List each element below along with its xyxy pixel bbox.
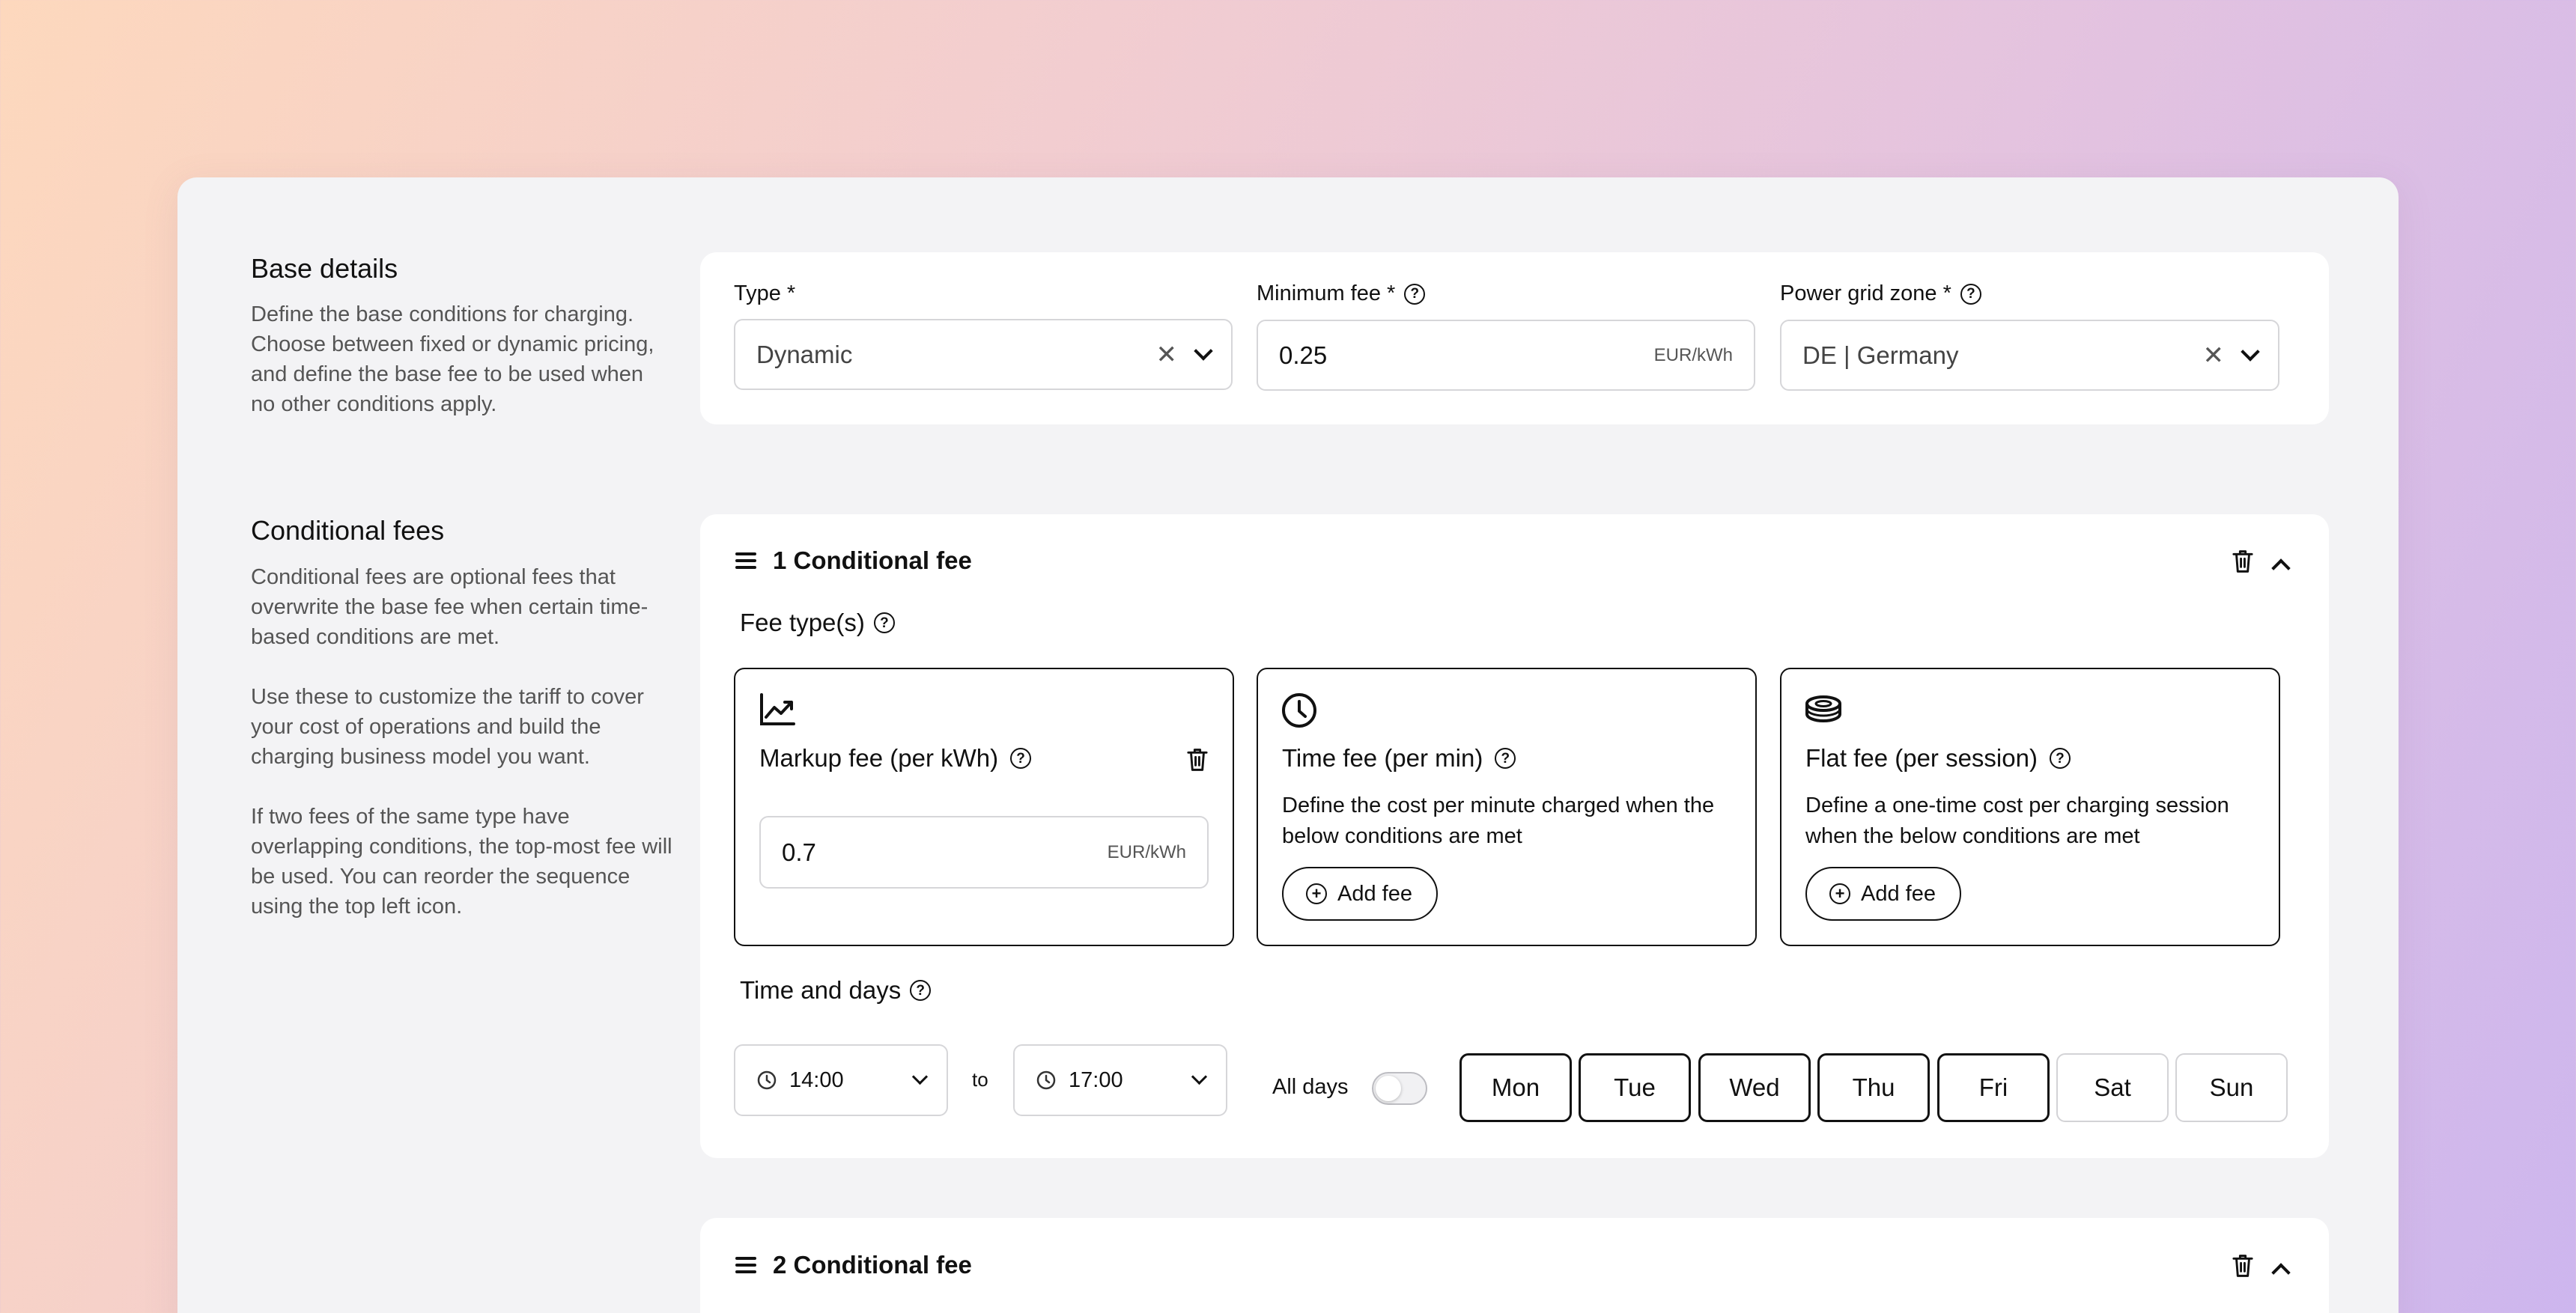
help-icon[interactable]: ? — [2049, 748, 2071, 769]
end-time-select[interactable]: 17:00 — [1013, 1044, 1227, 1116]
day-label: Sat — [2094, 1073, 2131, 1101]
conditional-fees-title: Conditional fees — [251, 515, 445, 546]
start-time-value: 14:00 — [789, 1067, 844, 1092]
time-fee-title: Time fee (per min) ? — [1282, 744, 1516, 773]
trash-icon[interactable] — [2232, 1253, 2254, 1279]
add-fee-label: Add fee — [1861, 881, 1936, 906]
clock-icon — [1036, 1070, 1056, 1090]
day-fri[interactable]: Fri — [1937, 1053, 2050, 1122]
day-label: Wed — [1729, 1073, 1780, 1101]
markup-fee-unit: EUR/kWh — [1107, 841, 1186, 862]
help-icon[interactable]: ? — [873, 612, 895, 633]
minimum-fee-label: Minimum fee * ? — [1257, 281, 1426, 306]
markup-fee-box[interactable]: Markup fee (per kWh) ? 0.7 EUR/kWh — [734, 668, 1234, 946]
chevron-down-icon[interactable] — [2241, 341, 2260, 362]
day-mon[interactable]: Mon — [1459, 1053, 1572, 1122]
minimum-fee-unit: EUR/kWh — [1653, 344, 1733, 365]
help-icon[interactable]: ? — [910, 980, 932, 1001]
drag-handle-icon[interactable] — [735, 552, 756, 569]
flat-fee-box[interactable]: Flat fee (per session) ? Define a one-ti… — [1780, 668, 2280, 946]
toggle-knob — [1376, 1076, 1401, 1101]
conditional-fee-title: 2 Conditional fee — [773, 1251, 972, 1279]
add-flat-fee-button[interactable]: + Add fee — [1805, 867, 1961, 921]
power-grid-zone-select[interactable]: DE | Germany ✕ — [1780, 320, 2279, 391]
chevron-down-icon[interactable] — [1194, 341, 1213, 361]
day-sat[interactable]: Sat — [2056, 1053, 2169, 1122]
all-days-label: All days — [1272, 1075, 1349, 1099]
clock-icon — [1282, 693, 1316, 728]
help-icon[interactable]: ? — [1010, 748, 1032, 769]
day-sun[interactable]: Sun — [2175, 1053, 2288, 1122]
time-fee-description: Define the cost per minute charged when … — [1282, 793, 1715, 848]
help-icon[interactable]: ? — [1495, 748, 1516, 769]
markup-fee-value: 0.7 — [782, 838, 816, 866]
conditional-fees-description: Conditional fees are optional fees that … — [251, 562, 674, 951]
base-details-description: Define the base conditions for charging.… — [251, 302, 654, 416]
day-wed[interactable]: Wed — [1698, 1053, 1811, 1122]
help-icon[interactable]: ? — [1960, 283, 1981, 305]
chevron-down-icon[interactable] — [911, 1068, 929, 1085]
chevron-down-icon[interactable] — [1191, 1068, 1208, 1085]
trend-chart-icon — [760, 693, 795, 725]
type-select[interactable]: Dynamic ✕ — [734, 319, 1233, 390]
clear-icon[interactable]: ✕ — [2203, 341, 2225, 371]
flat-fee-description: Define a one-time cost per charging sess… — [1805, 793, 2229, 848]
conditional-fees-paragraph: If two fees of the same type have overla… — [251, 805, 672, 919]
day-tue[interactable]: Tue — [1579, 1053, 1691, 1122]
day-label: Mon — [1491, 1073, 1540, 1101]
flat-fee-title-text: Flat fee (per session) — [1805, 744, 2038, 772]
type-label: Type * — [734, 281, 795, 306]
start-time-select[interactable]: 14:00 — [734, 1044, 948, 1116]
add-fee-label: Add fee — [1337, 881, 1412, 906]
trash-icon[interactable] — [2232, 549, 2254, 574]
time-and-days-label: Time and days ? — [740, 976, 932, 1005]
type-select-value: Dynamic — [756, 340, 853, 368]
day-label: Tue — [1614, 1073, 1656, 1101]
clear-icon[interactable]: ✕ — [1156, 340, 1178, 370]
minimum-fee-value: 0.25 — [1279, 341, 1328, 369]
time-fee-box[interactable]: Time fee (per min) ? Define the cost per… — [1257, 668, 1757, 946]
conditional-fees-paragraph: Conditional fees are optional fees that … — [251, 565, 648, 649]
help-icon[interactable]: ? — [1404, 283, 1426, 305]
power-grid-zone-label: Power grid zone * ? — [1780, 281, 1981, 306]
conditional-fee-header-2: 2 Conditional fee — [735, 1251, 972, 1279]
base-details-title: Base details — [251, 253, 398, 284]
add-time-fee-button[interactable]: + Add fee — [1282, 867, 1438, 921]
fee-types-label-text: Fee type(s) — [740, 609, 865, 636]
plus-circle-icon: + — [1306, 883, 1327, 904]
day-label: Thu — [1852, 1073, 1895, 1101]
conditional-fee-title: 1 Conditional fee — [773, 546, 972, 574]
power-grid-zone-value: DE | Germany — [1802, 341, 1959, 369]
time-fee-title-text: Time fee (per min) — [1282, 744, 1483, 772]
type-label-text: Type * — [734, 281, 796, 305]
coin-stack-icon — [1805, 695, 1841, 723]
day-label: Fri — [1978, 1073, 2008, 1101]
conditional-fee-header-1: 1 Conditional fee — [735, 546, 972, 575]
time-and-days-label-text: Time and days — [740, 976, 902, 1004]
trash-icon[interactable] — [1186, 747, 1209, 773]
clock-icon — [757, 1070, 777, 1090]
markup-fee-input[interactable]: 0.7 EUR/kWh — [759, 816, 1209, 889]
minimum-fee-label-text: Minimum fee * — [1257, 281, 1396, 305]
fee-types-label: Fee type(s) ? — [740, 609, 895, 637]
flat-fee-title: Flat fee (per session) ? — [1805, 744, 2071, 773]
markup-fee-title: Markup fee (per kWh) ? — [759, 744, 1032, 773]
power-grid-zone-label-text: Power grid zone * — [1780, 281, 1951, 305]
day-label: Sun — [2209, 1073, 2254, 1101]
end-time-value: 17:00 — [1069, 1067, 1123, 1092]
day-thu[interactable]: Thu — [1817, 1053, 1930, 1122]
minimum-fee-input[interactable]: 0.25 EUR/kWh — [1257, 320, 1755, 391]
conditional-fees-paragraph: Use these to customize the tariff to cov… — [251, 685, 644, 769]
all-days-toggle[interactable] — [1372, 1072, 1427, 1105]
markup-fee-title-text: Markup fee (per kWh) — [759, 744, 999, 772]
to-label: to — [972, 1068, 988, 1091]
plus-circle-icon: + — [1829, 883, 1850, 904]
drag-handle-icon[interactable] — [735, 1257, 756, 1273]
